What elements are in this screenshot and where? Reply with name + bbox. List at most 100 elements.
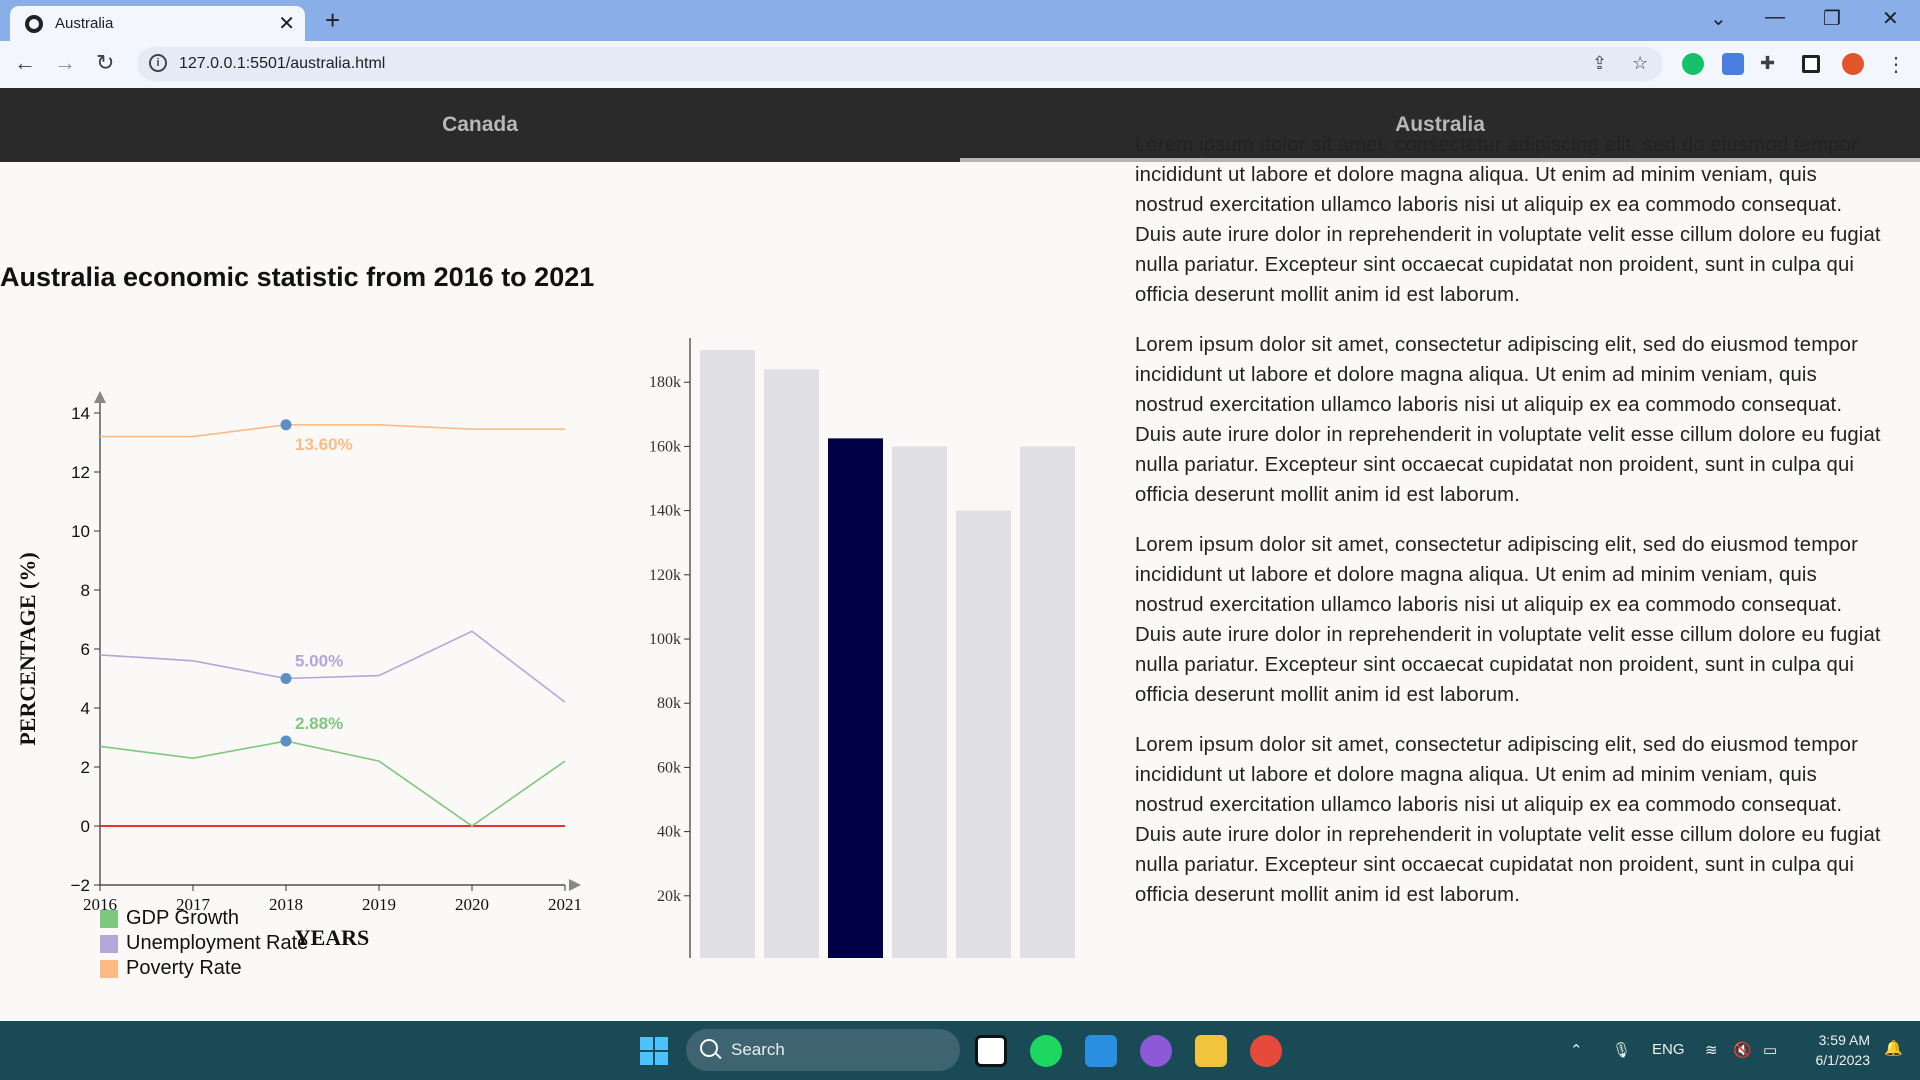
microphone-icon[interactable]: 🎙 (1612, 1041, 1631, 1059)
reload-icon[interactable]: ↻ (96, 50, 114, 76)
y-tick-label: 20k (657, 888, 681, 905)
volume-muted-icon[interactable]: 🔇 (1733, 1041, 1752, 1059)
chevron-up-icon[interactable]: ⌃ (1570, 1041, 1583, 1059)
bar (764, 369, 819, 958)
browser-tabstrip: Australia ✕ + ⌄ — ❐ ✕ (0, 0, 1920, 41)
y-tick-label: 100k (649, 631, 681, 648)
clock-time: 3:59 AM (1818, 1032, 1870, 1048)
data-label: 13.60% (295, 435, 353, 454)
spotify-icon[interactable] (1030, 1035, 1062, 1067)
x-axis-arrow (569, 879, 581, 891)
site-info-icon[interactable]: i (149, 54, 167, 72)
chrome-icon[interactable] (1250, 1035, 1282, 1067)
bar (1020, 446, 1075, 958)
search-label: Search (731, 1040, 785, 1059)
line-chart: −2024681012142016 2017 2018 2019 2020 20212.8… (15, 391, 582, 950)
search-icon (700, 1039, 718, 1057)
file-explorer-icon[interactable] (1195, 1035, 1227, 1067)
legend-label: Poverty Rate (126, 957, 242, 979)
legend-swatch (100, 934, 118, 953)
y-tick-label: 2 (81, 758, 90, 777)
paragraph: Lorem ipsum dolor sit amet, consectetur … (1135, 534, 1881, 706)
bar (892, 446, 947, 958)
y-tick-label: 0 (81, 817, 90, 836)
bar (700, 350, 755, 958)
taskbar-search[interactable]: Search (686, 1029, 960, 1071)
legend-item: Unemployment Rate (100, 931, 308, 956)
translate-icon[interactable] (1722, 53, 1744, 75)
windows-start-icon[interactable] (640, 1037, 668, 1065)
wifi-icon[interactable]: ≋ (1705, 1041, 1718, 1059)
tab-canada[interactable]: Canada (0, 88, 960, 162)
y-tick-label: 14 (71, 404, 90, 423)
y-tick-label: 140k (649, 503, 681, 520)
close-window-button[interactable]: ✕ (1882, 6, 1899, 31)
forward-arrow-icon[interactable]: → (54, 50, 76, 76)
y-tick-label: 4 (81, 699, 90, 718)
x-tick-label: 2020 (455, 895, 489, 914)
clock-date: 6/1/2023 (1815, 1052, 1871, 1068)
y-tick-label: −2 (71, 876, 90, 895)
page-content: Canada Australia Australia economic stat… (0, 88, 1920, 1021)
profile-avatar-icon[interactable] (1842, 53, 1864, 75)
language-indicator[interactable]: ENG (1652, 1041, 1685, 1058)
paragraph: Lorem ipsum dolor sit amet, consectetur … (1135, 334, 1881, 506)
y-tick-label: 40k (657, 824, 681, 841)
highlight-point (280, 673, 292, 684)
url-text[interactable]: 127.0.0.1:5501/australia.html (179, 55, 385, 73)
browser-tab[interactable]: Australia ✕ (10, 6, 305, 41)
taskbar-clock[interactable]: 3:59 AM 6/1/2023 (1800, 1030, 1871, 1070)
y-tick-label: 12 (71, 463, 90, 482)
y-tick-label: 120k (649, 567, 681, 584)
y-tick-label: 80k (657, 695, 681, 712)
y-tick-label: 10 (71, 522, 90, 541)
paragraph: Lorem ipsum dolor sit amet, consectetur … (1135, 734, 1881, 906)
data-label: 5.00% (295, 652, 343, 671)
legend-swatch (100, 909, 118, 928)
address-bar[interactable]: i 127.0.0.1:5501/australia.html ⇪ ☆ (137, 47, 1663, 81)
tab-search-icon[interactable]: ⌄ (1710, 6, 1727, 31)
legend-item: GDP Growth (100, 906, 308, 931)
line-chart-legend: GDP Growth Unemployment Rate Poverty Rat… (100, 906, 308, 981)
bookmark-star-icon[interactable]: ☆ (1632, 53, 1648, 74)
bar-chart: 20162017201820192020202120k40k60k80k100k… (649, 338, 1075, 958)
new-tab-button[interactable]: + (325, 5, 340, 36)
restore-button[interactable]: ❐ (1823, 6, 1841, 31)
battery-icon[interactable]: ▭ (1763, 1041, 1777, 1059)
y-tick-label: 180k (649, 374, 681, 391)
browser-toolbar: ← → ↻ i 127.0.0.1:5501/australia.html ⇪ … (0, 41, 1920, 88)
highlight-point (280, 419, 292, 431)
side-panel-icon[interactable] (1802, 55, 1820, 73)
menu-kebab-icon[interactable]: ⋮ (1886, 52, 1906, 77)
highlight-point (280, 735, 292, 747)
legend-item: Poverty Rate (100, 956, 308, 981)
notification-icon[interactable]: 🔔 (1884, 1039, 1903, 1057)
github-desktop-icon[interactable] (1140, 1035, 1172, 1067)
legend-label: Unemployment Rate (126, 932, 309, 954)
y-axis-label: PERCENTAGE (%) (15, 552, 40, 745)
y-axis-arrow (94, 391, 106, 403)
vscode-icon[interactable] (1085, 1035, 1117, 1067)
legend-swatch (100, 959, 118, 978)
x-tick-label: 2019 (362, 895, 396, 914)
series-line (99, 740, 566, 827)
paragraph: Lorem ipsum dolor sit amet, consectetur … (1135, 134, 1881, 306)
y-tick-label: 60k (657, 759, 681, 776)
notion-icon[interactable] (975, 1035, 1007, 1067)
close-tab-icon[interactable]: ✕ (278, 11, 295, 36)
x-tick-label: 2021 (548, 895, 582, 914)
data-label: 2.88% (295, 714, 343, 733)
minimize-button[interactable]: — (1765, 6, 1785, 29)
y-tick-label: 8 (81, 581, 90, 600)
bar (828, 438, 883, 958)
grammarly-icon[interactable] (1682, 53, 1704, 75)
bar (956, 510, 1011, 958)
extensions-puzzle-icon[interactable]: ✚ (1760, 53, 1775, 74)
back-arrow-icon[interactable]: ← (14, 50, 36, 76)
legend-label: GDP Growth (126, 907, 239, 929)
y-tick-label: 160k (649, 438, 681, 455)
share-icon[interactable]: ⇪ (1592, 53, 1607, 74)
y-tick-label: 6 (81, 640, 90, 659)
windows-taskbar: Search ⌃ 🎙 ENG ≋ 🔇 ▭ 3:59 AM 6/1/2023 🔔 (0, 1021, 1920, 1080)
line-chart-title: Australia economic statistic from 2016 t… (0, 262, 595, 292)
